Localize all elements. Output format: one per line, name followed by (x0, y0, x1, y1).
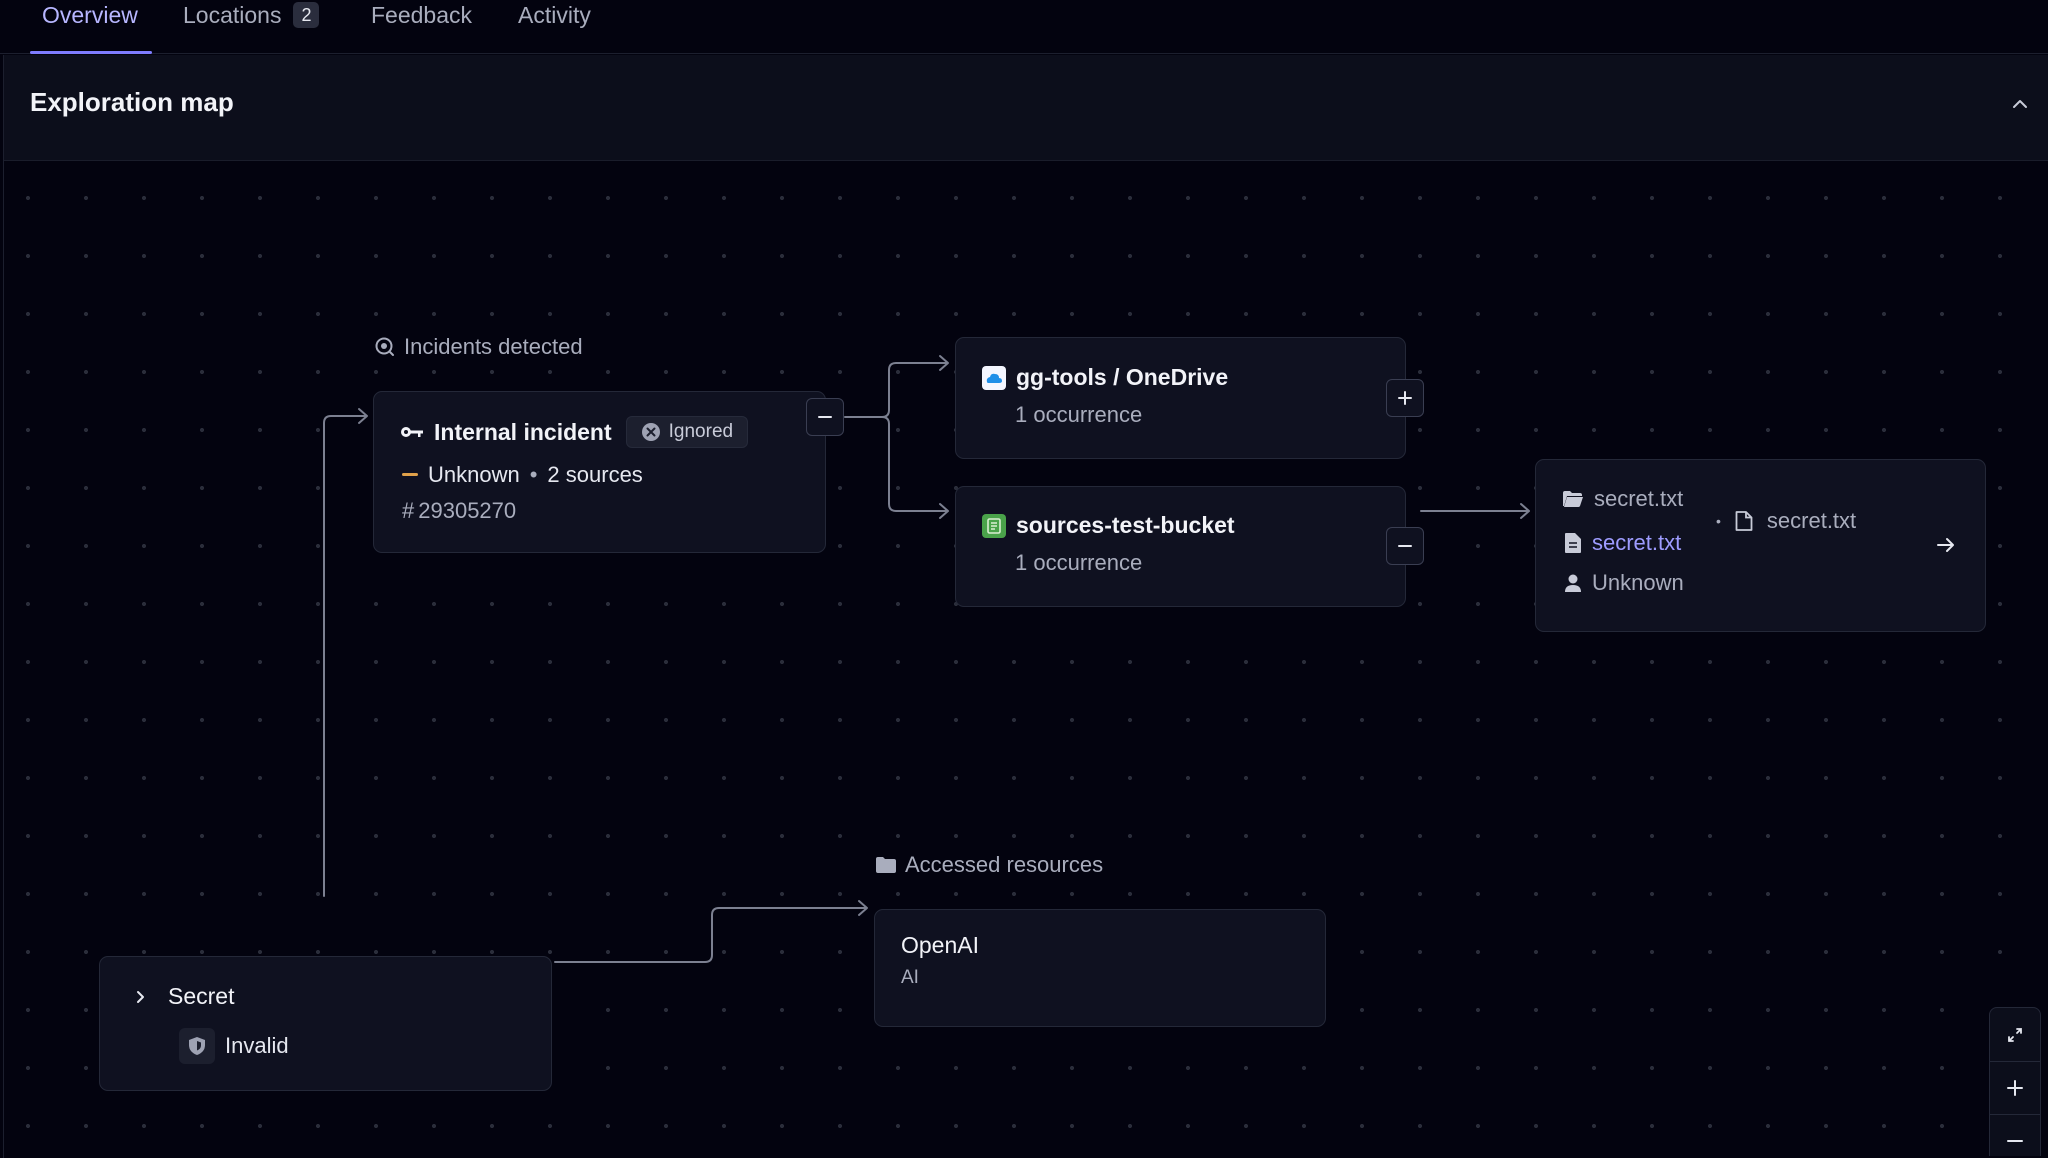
source-node-onedrive[interactable]: gg-tools / OneDrive 1 occurrence (955, 337, 1406, 459)
minus-icon (2007, 1140, 2023, 1142)
collapse-bucket-button[interactable] (1386, 527, 1424, 565)
map-canvas[interactable]: Incidents detected Internal incident Ign… (4, 161, 2048, 1156)
arrow-right-icon (1937, 538, 1954, 552)
exploration-map-panel: Exploration map Incidents detected Inter… (3, 55, 2048, 1158)
panel-header: Exploration map (4, 55, 2048, 161)
chevron-up-icon (2013, 100, 2027, 108)
edge-secret-openai (554, 907, 867, 963)
hash-symbol: # (402, 498, 415, 523)
incident-id: 29305270 (418, 498, 517, 523)
file-name: secret.txt (1766, 508, 1857, 533)
resource-type: AI (901, 967, 919, 988)
meta-separator-dot: • (529, 462, 538, 487)
resource-name: OpenAI (901, 932, 979, 958)
shield-badge (179, 1028, 215, 1064)
incident-title-row: Internal incident Ignored (400, 416, 749, 448)
tab-activity-label: Activity (518, 2, 591, 28)
tab-activity[interactable]: Activity (518, 0, 591, 54)
fit-view-button[interactable] (1990, 1008, 2040, 1061)
expand-onedrive-button[interactable] (1386, 379, 1424, 417)
shield-icon (189, 1037, 205, 1055)
validity-label: Invalid (225, 1033, 289, 1058)
file-icon (1735, 511, 1753, 531)
sources-count: 2 sources (547, 462, 643, 487)
panel-title: Exploration map (30, 87, 234, 117)
bucket-title-row: sources-test-bucket (982, 512, 1235, 539)
validity-row: Invalid (179, 1028, 289, 1064)
incidents-section-label: Incidents detected (374, 334, 583, 360)
ignored-x-icon (641, 423, 660, 441)
edge-incident-onedrive (844, 362, 948, 418)
tab-overview[interactable]: Overview (30, 0, 152, 54)
tab-overview-label: Overview (42, 2, 138, 28)
tab-bar: Overview Locations 2 Feedback Activity (0, 0, 2048, 54)
status-label: Ignored (668, 421, 734, 442)
zoom-out-button[interactable] (1990, 1114, 2040, 1156)
secret-node[interactable]: Secret Invalid (99, 956, 552, 1091)
secret-title: Secret (168, 983, 235, 1009)
incident-node[interactable]: Internal incident Ignored Unknown • 2 so… (373, 391, 826, 553)
incident-title: Internal incident (434, 418, 612, 445)
incident-search-icon (375, 337, 394, 356)
path-separator-dot: • (1716, 513, 1721, 529)
resource-node-openai[interactable]: OpenAI AI (874, 909, 1326, 1027)
file-node[interactable]: secret.txt secret.txt Unknown • secret.t… (1535, 459, 1986, 632)
user-icon (1565, 574, 1581, 592)
tab-locations-label: Locations (183, 2, 282, 28)
chevron-right-icon[interactable] (136, 990, 146, 1004)
author-row: Unknown (1564, 570, 1684, 596)
minus-icon (818, 416, 832, 418)
onedrive-occurrences: 1 occurrence (1015, 402, 1143, 427)
tab-feedback-label: Feedback (371, 2, 473, 28)
author-name: Unknown (1592, 570, 1684, 595)
incidents-section-text: Incidents detected (404, 334, 583, 359)
folder-name: secret.txt (1594, 486, 1684, 511)
document-icon (1565, 533, 1581, 553)
source-node-bucket[interactable]: sources-test-bucket 1 occurrence (955, 486, 1406, 607)
status-badge: Ignored (625, 416, 749, 448)
incident-id-row: # 29305270 (402, 498, 516, 524)
collapse-incident-button[interactable] (806, 398, 844, 436)
folder-icon (876, 857, 896, 873)
secret-title-row: Secret (136, 983, 234, 1010)
severity-label: Unknown (428, 462, 520, 487)
minus-icon (1398, 545, 1412, 547)
zoom-in-button[interactable] (1990, 1061, 2040, 1114)
key-icon (401, 427, 423, 437)
file-link-row: secret.txt (1564, 530, 1681, 556)
locations-count-badge: 2 (293, 2, 320, 28)
folder-row: secret.txt (1562, 486, 1683, 512)
expand-icon (2008, 1027, 2022, 1042)
plus-icon (2007, 1080, 2023, 1096)
bucket-source-name: sources-test-bucket (1016, 512, 1235, 538)
file-link[interactable]: secret.txt (1592, 530, 1681, 556)
bucket-icon (982, 513, 1006, 538)
collapse-button[interactable] (2005, 89, 2035, 119)
edge-secret-incident (323, 415, 367, 897)
tab-locations[interactable]: Locations 2 (183, 0, 320, 54)
file-row: • secret.txt (1716, 508, 1856, 534)
open-file-button[interactable] (1933, 532, 1959, 558)
incident-meta-row: Unknown • 2 sources (402, 462, 643, 488)
bucket-occurrences: 1 occurrence (1015, 550, 1143, 575)
severity-unknown-icon (402, 473, 418, 476)
onedrive-icon (982, 365, 1006, 390)
tab-feedback[interactable]: Feedback (371, 0, 472, 54)
onedrive-source-name: gg-tools / OneDrive (1016, 364, 1229, 390)
zoom-controls (1989, 1007, 2041, 1156)
edge-incident-bucket (881, 416, 948, 512)
resources-section-text: Accessed resources (905, 852, 1104, 877)
folder-open-icon (1563, 491, 1583, 507)
resources-section-label: Accessed resources (875, 852, 1103, 878)
plus-icon (1398, 391, 1412, 405)
onedrive-title-row: gg-tools / OneDrive (982, 364, 1228, 391)
